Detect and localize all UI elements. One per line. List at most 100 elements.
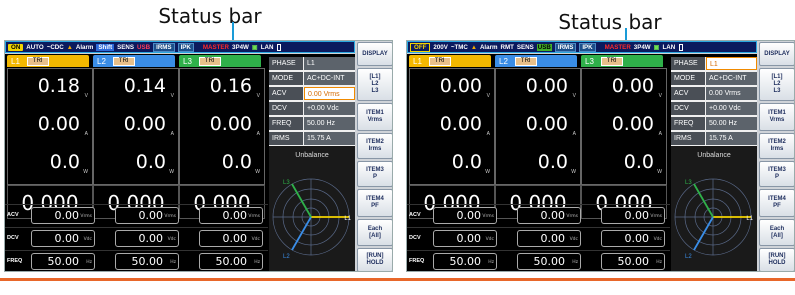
- channel-name: L1: [413, 56, 422, 66]
- summary-value: 50.00: [131, 255, 164, 268]
- parameter-key: IRMS: [269, 132, 303, 145]
- parameter-value: +0.00 Vdc: [304, 102, 355, 115]
- summary-unit: Vrms: [566, 214, 578, 219]
- channel-readings: 0.18 V 0.00 A 0.0 W: [7, 68, 93, 185]
- parameter-value: 50.00 Hz: [706, 117, 757, 130]
- summary-value: 50.00: [617, 255, 650, 268]
- summary-value: 50.00: [215, 255, 248, 268]
- summary-row: ACV 0.00 Vrms 0.00 Vrms 0.00 Vrms: [407, 204, 670, 226]
- reading-unit: V: [486, 93, 490, 99]
- summary-value: 0.00: [54, 232, 80, 245]
- summary-value-box: 50.00 Hz: [517, 253, 581, 270]
- summary-value-box: 50.00 Hz: [31, 253, 95, 270]
- softkey-button[interactable]: ITEM4 PF: [357, 189, 392, 217]
- softkey-button[interactable]: ITEM2 Irms: [759, 133, 794, 159]
- summary-value-box: 0.00 Vrms: [31, 207, 95, 224]
- softkey-button[interactable]: [RUN] HOLD: [357, 248, 392, 271]
- channel-tab[interactable]: L3 TRI: [179, 55, 261, 67]
- softkey-button[interactable]: ITEM1 Vrms: [357, 103, 392, 131]
- parameter-row[interactable]: PHASE L1: [269, 57, 355, 71]
- parameter-row[interactable]: DCV +0.00 Vdc: [671, 102, 757, 116]
- sens-indicator: SENS: [117, 43, 135, 51]
- summary-row: ACV 0.00 Vrms 0.00 Vrms 0.00 Vrms: [5, 204, 268, 226]
- ipk-indicator: IPK: [579, 42, 596, 52]
- parameter-row[interactable]: PHASE L1: [671, 57, 757, 71]
- summary-unit: Vrms: [248, 214, 260, 219]
- battery-icon: [679, 43, 684, 51]
- softkey-button[interactable]: ITEM3 P: [759, 161, 794, 187]
- ipk-indicator: IPK: [177, 42, 194, 52]
- wiring-indicator: 3P4W: [232, 43, 249, 51]
- parameter-key: IRMS: [671, 132, 705, 145]
- reading-unit: A: [572, 131, 576, 137]
- parameter-row[interactable]: MODE AC+DC-INT: [269, 72, 355, 86]
- softkey-button[interactable]: Each [All]: [759, 219, 794, 246]
- summary-row-label: DCV: [409, 235, 421, 241]
- instrument-screen: ON AUTO ~CDC ▲ Alarm Shift SENS USB IRMS IPK MASTE…: [4, 40, 393, 272]
- summary-value: 0.00: [222, 209, 248, 222]
- reading-unit: A: [170, 131, 174, 137]
- lan-icon: ▣: [653, 43, 660, 51]
- summary-unit: Hz: [86, 260, 92, 265]
- channel-readings: 0.00 V 0.00 A 0.0 W: [581, 68, 667, 185]
- summary-row-label: DCV: [7, 235, 19, 241]
- reading-unit: W: [83, 169, 88, 175]
- summary-row-label: FREQ: [7, 258, 23, 264]
- reading-unit: V: [84, 93, 88, 99]
- reading-unit: W: [657, 169, 662, 175]
- reading-p: 0.0: [49, 151, 80, 173]
- parameter-row[interactable]: DCV +0.00 Vdc: [269, 102, 355, 116]
- range-text: 200V: [433, 43, 448, 51]
- summary-unit: Hz: [572, 260, 578, 265]
- parameter-value: 50.00 Hz: [304, 117, 355, 130]
- summary-value: 0.00: [540, 209, 566, 222]
- parameter-row[interactable]: MODE AC+DC-INT: [671, 72, 757, 86]
- status-bar: OFF 200V ~TMC ▲ Alarm RMT SENS USB IRMS IPK MASTER…: [407, 41, 757, 53]
- parameter-row[interactable]: ACV 0.00 Vrms: [671, 87, 757, 101]
- softkey-button[interactable]: DISPLAY: [357, 42, 392, 66]
- reading-i: 0.00: [611, 113, 654, 135]
- softkey-button[interactable]: Each [All]: [357, 219, 392, 246]
- summary-value: 0.00: [54, 209, 80, 222]
- softkey-button[interactable]: DISPLAY: [759, 42, 794, 66]
- summary-value-box: 0.00 Vdc: [199, 230, 263, 247]
- softkey-button[interactable]: [L1] L2 L3: [357, 68, 392, 101]
- reading-unit: W: [169, 169, 174, 175]
- channel-tab[interactable]: L1 TRI: [7, 55, 89, 67]
- summary-row: DCV 0.00 Vdc 0.00 Vdc 0.00 Vdc: [5, 227, 268, 249]
- reading-unit: V: [658, 93, 662, 99]
- range-text: AUTO: [26, 43, 44, 51]
- channel-name: L3: [183, 56, 192, 66]
- softkey-button[interactable]: [RUN] HOLD: [759, 248, 794, 271]
- softkey-button[interactable]: ITEM3 P: [357, 161, 392, 187]
- parameter-key: MODE: [671, 72, 705, 85]
- softkey-button[interactable]: ITEM4 PF: [759, 189, 794, 217]
- channel-tab[interactable]: L2 TRI: [93, 55, 175, 67]
- parameter-row[interactable]: IRMS 15.75 A: [671, 132, 757, 146]
- summary-value-box: 0.00 Vdc: [115, 230, 179, 247]
- summary-unit: Vdc: [83, 237, 92, 242]
- parameter-row[interactable]: ACV 0.00 Vrms: [269, 87, 355, 101]
- summary-value: 0.00: [222, 232, 248, 245]
- summary-value-box: 50.00 Hz: [601, 253, 665, 270]
- reading-i: 0.00: [525, 113, 568, 135]
- parameter-row[interactable]: FREQ 50.00 Hz: [269, 117, 355, 131]
- parameter-table: PHASE L1 MODE AC+DC-INT ACV 0.00 Vrms DCV +0.00…: [269, 57, 355, 146]
- parameter-value: L1: [304, 57, 355, 70]
- parameter-row[interactable]: IRMS 15.75 A: [269, 132, 355, 146]
- parameter-row[interactable]: FREQ 50.00 Hz: [671, 117, 757, 131]
- parameter-value: 15.75 A: [706, 132, 757, 145]
- summary-value-box: 0.00 Vrms: [433, 207, 497, 224]
- reading-p: 0.0: [537, 151, 568, 173]
- channel-tab[interactable]: L3 TRI: [581, 55, 663, 67]
- reading-unit: A: [256, 131, 260, 137]
- channel-tab[interactable]: L2 TRI: [495, 55, 577, 67]
- irms-indicator: IRMS: [153, 42, 175, 52]
- channel-readings: 0.14 V 0.00 A 0.0 W: [93, 68, 179, 185]
- softkey-button[interactable]: [L1] L2 L3: [759, 68, 794, 101]
- softkey-button[interactable]: ITEM1 Vrms: [759, 103, 794, 131]
- summary-value-box: 0.00 Vdc: [31, 230, 95, 247]
- channel-tab[interactable]: L1 TRI: [409, 55, 491, 67]
- summary-unit: Vdc: [653, 237, 662, 242]
- softkey-button[interactable]: ITEM2 Irms: [357, 133, 392, 159]
